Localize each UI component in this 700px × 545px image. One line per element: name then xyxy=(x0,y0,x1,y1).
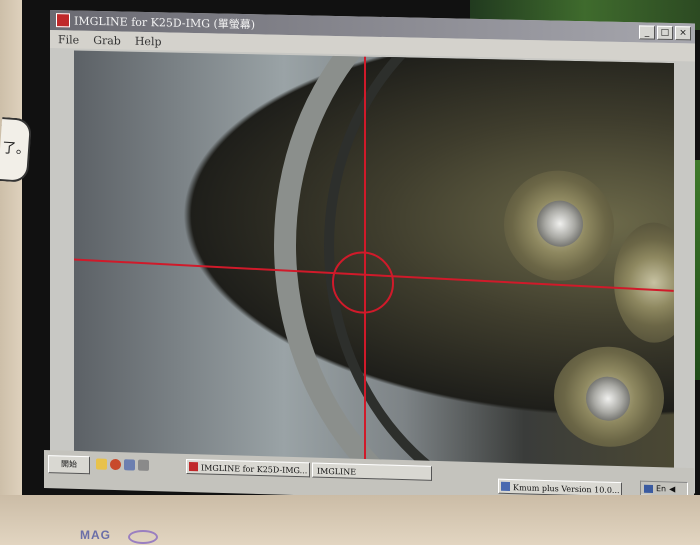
network-icon[interactable] xyxy=(124,459,135,471)
minimize-button[interactable]: _ xyxy=(639,25,655,40)
task-label: IMGLINE xyxy=(317,466,357,477)
sticker-text: 了。 xyxy=(1,140,31,159)
browser-icon[interactable] xyxy=(110,458,121,471)
task-label: IMGLINE for K25D-IMG... xyxy=(201,463,308,476)
menu-file[interactable]: File xyxy=(58,33,79,46)
app-icon xyxy=(189,462,198,472)
menu-grab[interactable]: Grab xyxy=(93,33,121,47)
monitor-brand: MAG xyxy=(80,528,111,542)
maximize-button[interactable]: □ xyxy=(657,25,673,41)
menu-help[interactable]: Help xyxy=(135,34,162,48)
close-button[interactable]: × xyxy=(675,26,691,41)
brand-logo-icon xyxy=(128,530,158,544)
window-controls: _ □ × xyxy=(639,25,691,41)
folder-icon[interactable] xyxy=(96,458,107,470)
screw-head xyxy=(586,376,630,422)
app-icon[interactable] xyxy=(56,13,70,28)
app-window: IMGLINE for K25D-IMG (單螢幕) _ □ × File Gr… xyxy=(50,10,695,494)
media-icon[interactable] xyxy=(138,459,149,471)
monitor-tray-icon[interactable] xyxy=(644,484,653,493)
language-indicator[interactable]: En xyxy=(656,484,666,493)
task-label: Kmum plus Version 10.0... xyxy=(513,483,620,496)
screw-head xyxy=(537,200,583,248)
start-button[interactable]: 開始 xyxy=(48,455,90,475)
task-imgline-main[interactable]: IMGLINE for K25D-IMG... xyxy=(186,458,310,478)
app-icon xyxy=(501,481,510,492)
crosshair-circle xyxy=(332,250,394,315)
window-title: IMGLINE for K25D-IMG (單螢幕) xyxy=(74,14,256,32)
speaker-icon[interactable]: ◀ xyxy=(669,484,675,493)
task-imgline[interactable]: IMGLINE xyxy=(312,462,432,481)
camera-viewport[interactable] xyxy=(74,50,674,469)
